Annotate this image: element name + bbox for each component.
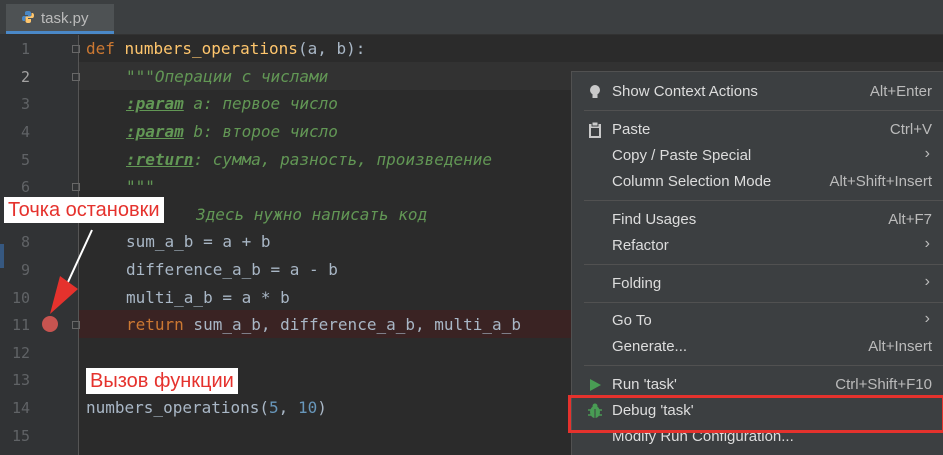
menu-item-generate[interactable]: Generate... Alt+Insert — [572, 334, 943, 360]
menu-item-find-usages[interactable]: Find Usages Alt+F7 — [572, 207, 943, 233]
menu-item-shortcut: Ctrl+Shift+F10 — [835, 376, 932, 393]
menu-item-shortcut: Alt+Shift+Insert — [829, 173, 932, 190]
menu-separator — [584, 264, 943, 265]
chevron-right-icon: › — [924, 235, 930, 252]
menu-item-label: Paste — [612, 121, 651, 138]
menu-item-shortcut: Alt+F7 — [888, 211, 932, 228]
menu-item-shortcut: Alt+Insert — [868, 338, 932, 355]
menu-item-show-context-actions[interactable]: Show Context Actions Alt+Enter — [572, 79, 943, 105]
menu-item-label: Copy / Paste Special — [612, 147, 752, 164]
menu-item-column-selection-mode[interactable]: Column Selection Mode Alt+Shift+Insert — [572, 169, 943, 195]
menu-separator — [584, 110, 943, 111]
menu-item-label: Find Usages — [612, 211, 697, 228]
menu-item-shortcut: Alt+Enter — [869, 83, 932, 100]
menu-item-copy-paste-special[interactable]: Copy / Paste Special › — [572, 143, 943, 169]
menu-item-go-to[interactable]: Go To › — [572, 308, 943, 334]
lightbulb-icon — [590, 85, 600, 98]
menu-item-folding[interactable]: Folding › — [572, 271, 943, 297]
chevron-right-icon: › — [924, 145, 930, 162]
menu-item-label: Go To — [612, 312, 652, 329]
clipboard-icon — [589, 121, 601, 138]
menu-item-label: Refactor — [612, 237, 669, 254]
menu-separator — [584, 200, 943, 201]
menu-item-label: Folding — [612, 275, 662, 292]
menu-item-paste[interactable]: Paste Ctrl+V — [572, 117, 943, 143]
menu-item-label: Column Selection Mode — [612, 173, 772, 190]
menu-item-label: Generate... — [612, 338, 688, 355]
menu-separator — [584, 302, 943, 303]
debug-highlight-box — [568, 395, 943, 433]
menu-separator — [584, 365, 943, 366]
chevron-right-icon: › — [924, 273, 930, 290]
menu-item-shortcut: Ctrl+V — [889, 121, 932, 138]
run-icon — [590, 379, 601, 391]
chevron-right-icon: › — [924, 310, 930, 327]
menu-item-label: Run 'task' — [612, 376, 677, 393]
menu-item-refactor[interactable]: Refactor › — [572, 233, 943, 259]
menu-item-label: Show Context Actions — [612, 83, 758, 100]
